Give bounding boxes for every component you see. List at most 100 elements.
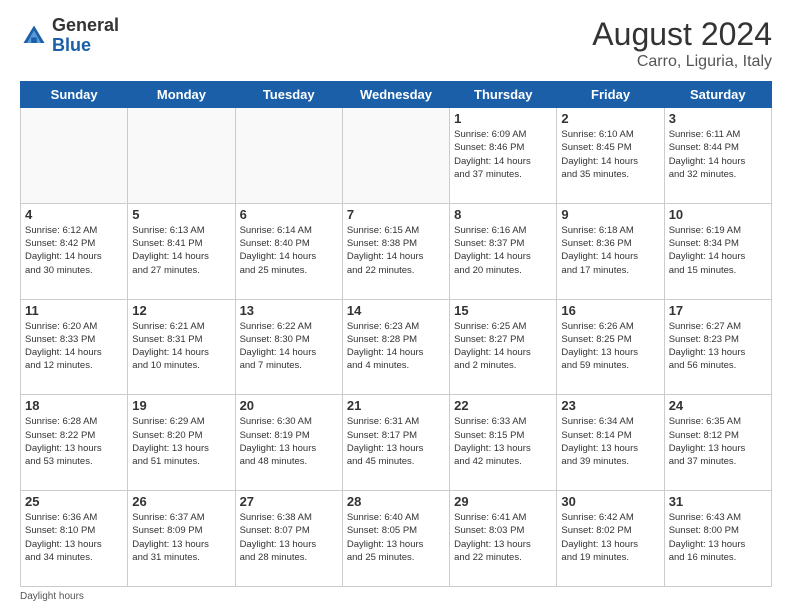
calendar-cell: 28Sunrise: 6:40 AMSunset: 8:05 PMDayligh… <box>342 491 449 587</box>
calendar-cell: 4 Sunrise: 6:12 AMSunset: 8:42 PMDaylight… <box>21 203 128 299</box>
calendar-cell: 25 Sunrise: 6:36 AMSunset: 8:10 PMDayligh… <box>21 491 128 587</box>
col-header-monday: Monday <box>128 82 235 108</box>
day-number: 30 <box>561 494 659 509</box>
logo-general: General <box>52 15 119 35</box>
calendar-week-row: 11 Sunrise: 6:20 AMSunset: 8:33 PMDayligh… <box>21 299 772 395</box>
calendar-week-row: 4 Sunrise: 6:12 AMSunset: 8:42 PMDaylight… <box>21 203 772 299</box>
calendar-cell: 6 Sunrise: 6:14 AMSunset: 8:40 PMDaylight… <box>235 203 342 299</box>
day-info: Sunrise: 6:25 AMSunset: 8:27 PMDaylight:… <box>454 320 552 373</box>
calendar-week-row: 1Sunrise: 6:09 AMSunset: 8:46 PMDaylight… <box>21 108 772 204</box>
calendar-cell: 11 Sunrise: 6:20 AMSunset: 8:33 PMDayligh… <box>21 299 128 395</box>
day-number: 22 <box>454 398 552 413</box>
col-header-thursday: Thursday <box>450 82 557 108</box>
page: General Blue August 2024 Carro, Liguria,… <box>0 0 792 612</box>
day-info: Sunrise: 6:27 AMSunset: 8:23 PMDaylight:… <box>669 320 767 373</box>
day-number: 6 <box>240 207 338 222</box>
calendar-cell: 8 Sunrise: 6:16 AMSunset: 8:37 PMDaylight… <box>450 203 557 299</box>
day-info: Sunrise: 6:12 AMSunset: 8:42 PMDaylight:… <box>25 224 123 277</box>
day-info: Sunrise: 6:26 AMSunset: 8:25 PMDaylight:… <box>561 320 659 373</box>
header: General Blue August 2024 Carro, Liguria,… <box>20 16 772 71</box>
day-info: Sunrise: 6:23 AMSunset: 8:28 PMDaylight:… <box>347 320 445 373</box>
day-number: 11 <box>25 303 123 318</box>
calendar-cell: 18 Sunrise: 6:28 AMSunset: 8:22 PMDayligh… <box>21 395 128 491</box>
logo: General Blue <box>20 16 119 56</box>
calendar-cell: 31Sunrise: 6:43 AMSunset: 8:00 PMDayligh… <box>664 491 771 587</box>
calendar-cell: 17 Sunrise: 6:27 AMSunset: 8:23 PMDayligh… <box>664 299 771 395</box>
footer-note: Daylight hours <box>20 591 772 602</box>
day-number: 31 <box>669 494 767 509</box>
day-info: Sunrise: 6:40 AMSunset: 8:05 PMDaylight:… <box>347 511 445 564</box>
day-number: 13 <box>240 303 338 318</box>
day-number: 17 <box>669 303 767 318</box>
calendar-cell <box>21 108 128 204</box>
calendar-cell: 13 Sunrise: 6:22 AMSunset: 8:30 PMDayligh… <box>235 299 342 395</box>
calendar-cell <box>235 108 342 204</box>
calendar-cell: 23Sunrise: 6:34 AMSunset: 8:14 PMDayligh… <box>557 395 664 491</box>
calendar-cell: 5Sunrise: 6:13 AMSunset: 8:41 PMDaylight… <box>128 203 235 299</box>
day-number: 21 <box>347 398 445 413</box>
day-number: 10 <box>669 207 767 222</box>
day-info: Sunrise: 6:35 AMSunset: 8:12 PMDaylight:… <box>669 415 767 468</box>
day-info: Sunrise: 6:20 AMSunset: 8:33 PMDaylight:… <box>25 320 123 373</box>
day-number: 7 <box>347 207 445 222</box>
day-number: 3 <box>669 111 767 126</box>
day-number: 4 <box>25 207 123 222</box>
calendar-cell: 27 Sunrise: 6:38 AMSunset: 8:07 PMDayligh… <box>235 491 342 587</box>
calendar-cell: 19Sunrise: 6:29 AMSunset: 8:20 PMDayligh… <box>128 395 235 491</box>
day-info: Sunrise: 6:18 AMSunset: 8:36 PMDaylight:… <box>561 224 659 277</box>
col-header-tuesday: Tuesday <box>235 82 342 108</box>
calendar-week-row: 25 Sunrise: 6:36 AMSunset: 8:10 PMDayligh… <box>21 491 772 587</box>
title-block: August 2024 Carro, Liguria, Italy <box>592 16 772 71</box>
day-info: Sunrise: 6:22 AMSunset: 8:30 PMDaylight:… <box>240 320 338 373</box>
day-number: 14 <box>347 303 445 318</box>
day-info: Sunrise: 6:21 AMSunset: 8:31 PMDaylight:… <box>132 320 230 373</box>
calendar-cell: 16 Sunrise: 6:26 AMSunset: 8:25 PMDayligh… <box>557 299 664 395</box>
calendar-cell: 24 Sunrise: 6:35 AMSunset: 8:12 PMDayligh… <box>664 395 771 491</box>
day-info: Sunrise: 6:28 AMSunset: 8:22 PMDaylight:… <box>25 415 123 468</box>
calendar-cell: 30 Sunrise: 6:42 AMSunset: 8:02 PMDayligh… <box>557 491 664 587</box>
day-number: 24 <box>669 398 767 413</box>
day-info: Sunrise: 6:42 AMSunset: 8:02 PMDaylight:… <box>561 511 659 564</box>
day-info: Sunrise: 6:14 AMSunset: 8:40 PMDaylight:… <box>240 224 338 277</box>
day-info: Sunrise: 6:29 AMSunset: 8:20 PMDaylight:… <box>132 415 230 468</box>
day-number: 1 <box>454 111 552 126</box>
logo-blue: Blue <box>52 35 91 55</box>
day-number: 5 <box>132 207 230 222</box>
day-info: Sunrise: 6:30 AMSunset: 8:19 PMDaylight:… <box>240 415 338 468</box>
day-info: Sunrise: 6:38 AMSunset: 8:07 PMDaylight:… <box>240 511 338 564</box>
day-number: 16 <box>561 303 659 318</box>
col-header-friday: Friday <box>557 82 664 108</box>
calendar-table: SundayMondayTuesdayWednesdayThursdayFrid… <box>20 81 772 587</box>
day-number: 15 <box>454 303 552 318</box>
calendar-cell: 1Sunrise: 6:09 AMSunset: 8:46 PMDaylight… <box>450 108 557 204</box>
day-number: 12 <box>132 303 230 318</box>
calendar-cell: 15 Sunrise: 6:25 AMSunset: 8:27 PMDayligh… <box>450 299 557 395</box>
month-title: August 2024 <box>592 16 772 53</box>
day-number: 23 <box>561 398 659 413</box>
day-number: 20 <box>240 398 338 413</box>
day-number: 25 <box>25 494 123 509</box>
day-info: Sunrise: 6:41 AMSunset: 8:03 PMDaylight:… <box>454 511 552 564</box>
calendar-cell: 14 Sunrise: 6:23 AMSunset: 8:28 PMDayligh… <box>342 299 449 395</box>
day-number: 9 <box>561 207 659 222</box>
day-info: Sunrise: 6:36 AMSunset: 8:10 PMDaylight:… <box>25 511 123 564</box>
day-number: 8 <box>454 207 552 222</box>
calendar-cell <box>128 108 235 204</box>
day-info: Sunrise: 6:16 AMSunset: 8:37 PMDaylight:… <box>454 224 552 277</box>
day-info: Sunrise: 6:31 AMSunset: 8:17 PMDaylight:… <box>347 415 445 468</box>
calendar-header-row: SundayMondayTuesdayWednesdayThursdayFrid… <box>21 82 772 108</box>
day-info: Sunrise: 6:37 AMSunset: 8:09 PMDaylight:… <box>132 511 230 564</box>
day-info: Sunrise: 6:15 AMSunset: 8:38 PMDaylight:… <box>347 224 445 277</box>
day-number: 2 <box>561 111 659 126</box>
day-number: 26 <box>132 494 230 509</box>
calendar-cell <box>342 108 449 204</box>
logo-icon <box>20 22 48 50</box>
day-number: 18 <box>25 398 123 413</box>
calendar-cell: 9 Sunrise: 6:18 AMSunset: 8:36 PMDaylight… <box>557 203 664 299</box>
calendar-cell: 26 Sunrise: 6:37 AMSunset: 8:09 PMDayligh… <box>128 491 235 587</box>
day-info: Sunrise: 6:33 AMSunset: 8:15 PMDaylight:… <box>454 415 552 468</box>
location-title: Carro, Liguria, Italy <box>592 53 772 71</box>
day-number: 27 <box>240 494 338 509</box>
col-header-wednesday: Wednesday <box>342 82 449 108</box>
calendar-cell: 7 Sunrise: 6:15 AMSunset: 8:38 PMDaylight… <box>342 203 449 299</box>
